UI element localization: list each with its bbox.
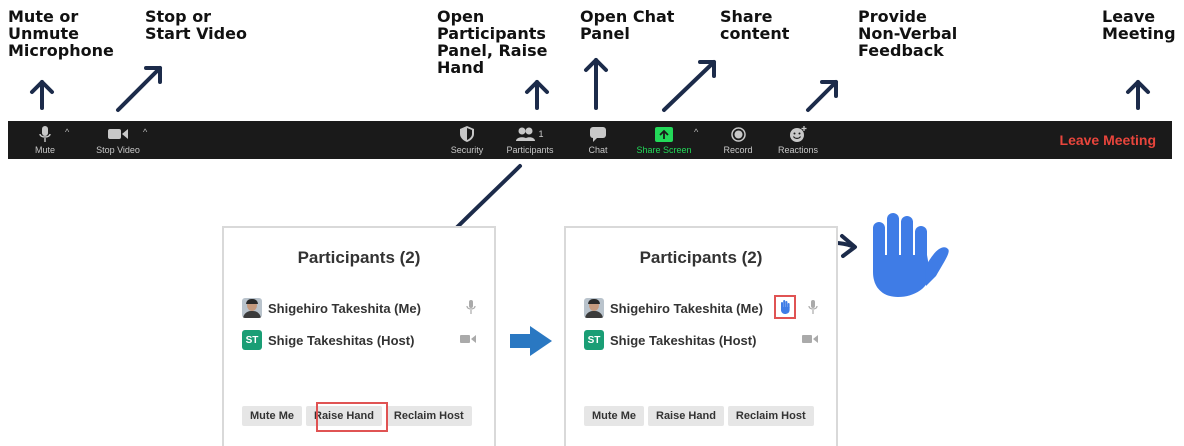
reclaim-host-button[interactable]: Reclaim Host <box>385 406 472 426</box>
participants-count: 1 <box>538 129 544 139</box>
annotation-leave: Leave Meeting <box>1102 7 1176 43</box>
share-screen-label: Share Screen <box>636 145 692 155</box>
annotation-video: Stop or Start Video <box>145 7 247 43</box>
up-arrow-mute <box>30 80 54 110</box>
leave-meeting-button[interactable]: Leave Meeting <box>1060 132 1156 148</box>
chat-bubble-icon <box>590 124 606 144</box>
participants-icon: 1 <box>516 124 544 144</box>
annotation-mute: Mute or Unmute Microphone <box>8 7 114 60</box>
microphone-icon <box>808 300 818 318</box>
participants-panel-before: Participants (2) Shigehiro Takeshita (Me… <box>222 226 496 446</box>
stop-video-button[interactable]: Stop Video <box>88 121 148 159</box>
security-button[interactable]: Security <box>444 121 490 159</box>
microphone-icon <box>466 300 476 318</box>
up-arrow-participants <box>525 80 549 110</box>
participant-row-host[interactable]: ST Shige Takeshitas (Host) <box>242 328 482 352</box>
avatar: ST <box>584 330 604 350</box>
stop-video-label: Stop Video <box>96 145 140 155</box>
up-arrow-chat <box>584 58 608 110</box>
video-camera-icon <box>108 124 128 144</box>
participant-row-host[interactable]: ST Shige Takeshitas (Host) <box>584 328 824 352</box>
participants-button[interactable]: 1 Participants <box>502 121 558 159</box>
share-caret-icon[interactable]: ^ <box>694 127 698 137</box>
panel-title: Participants (2) <box>639 248 763 267</box>
participant-name: Shigehiro Takeshita (Me) <box>610 300 763 316</box>
video-camera-icon <box>802 332 818 347</box>
participant-row-me[interactable]: Shigehiro Takeshita (Me) <box>584 295 824 320</box>
diagonal-arrow-share <box>662 60 716 112</box>
mute-me-button[interactable]: Mute Me <box>242 406 302 426</box>
participant-name: Shige Takeshitas (Host) <box>610 332 757 348</box>
raised-hand-icon <box>781 300 790 314</box>
record-label: Record <box>723 145 753 155</box>
chat-label: Chat <box>588 145 608 155</box>
mute-button[interactable]: Mute <box>30 121 60 159</box>
reactions-smiley-icon <box>789 124 807 144</box>
big-hand-icon <box>873 213 949 297</box>
reactions-label: Reactions <box>777 145 819 155</box>
avatar <box>584 298 604 318</box>
record-button[interactable]: Record <box>723 121 753 159</box>
avatar <box>242 298 262 318</box>
mute-caret-icon[interactable]: ^ <box>65 127 69 137</box>
participant-name: Shigehiro Takeshita (Me) <box>268 300 421 316</box>
transition-arrow <box>510 326 552 356</box>
reactions-button[interactable]: Reactions <box>776 121 820 159</box>
mute-me-button[interactable]: Mute Me <box>584 406 644 426</box>
participants-label: Participants <box>506 145 554 155</box>
microphone-icon <box>39 124 51 144</box>
record-icon <box>730 124 746 144</box>
raise-hand-button[interactable]: Raise Hand <box>648 406 724 426</box>
share-screen-button[interactable]: Share Screen <box>636 121 692 159</box>
avatar: ST <box>242 330 262 350</box>
annotation-share: Share content <box>720 7 790 43</box>
participants-panel-after: Participants (2) Shigehiro Takeshita (Me… <box>564 226 838 446</box>
diagonal-arrow-video <box>116 66 162 112</box>
video-camera-icon <box>460 332 476 347</box>
share-screen-icon <box>655 124 673 144</box>
meeting-toolbar: Mute ^ Stop Video ^ Security 1 Participa… <box>8 121 1172 159</box>
annotation-chat: Open Chat Panel <box>580 7 675 43</box>
panel-title: Participants (2) <box>297 248 421 267</box>
raised-hand-highlight <box>774 295 796 319</box>
shield-icon <box>460 124 474 144</box>
up-arrow-leave <box>1126 80 1150 110</box>
chat-button[interactable]: Chat <box>584 121 612 159</box>
annotation-participants: Open Participants Panel, Raise Hand <box>437 7 548 77</box>
video-caret-icon[interactable]: ^ <box>143 127 147 137</box>
mute-label: Mute <box>34 145 55 155</box>
security-label: Security <box>450 145 484 155</box>
participant-name: Shige Takeshitas (Host) <box>268 332 415 348</box>
reclaim-host-button[interactable]: Reclaim Host <box>727 406 814 426</box>
panel-buttons: Mute Me Raise Hand Reclaim Host <box>584 406 814 426</box>
raise-hand-highlight <box>316 402 388 432</box>
participant-row-me[interactable]: Shigehiro Takeshita (Me) <box>242 296 482 320</box>
diagonal-arrow-reactions <box>806 80 838 112</box>
annotation-reactions: Provide Non-Verbal Feedback <box>858 7 958 60</box>
